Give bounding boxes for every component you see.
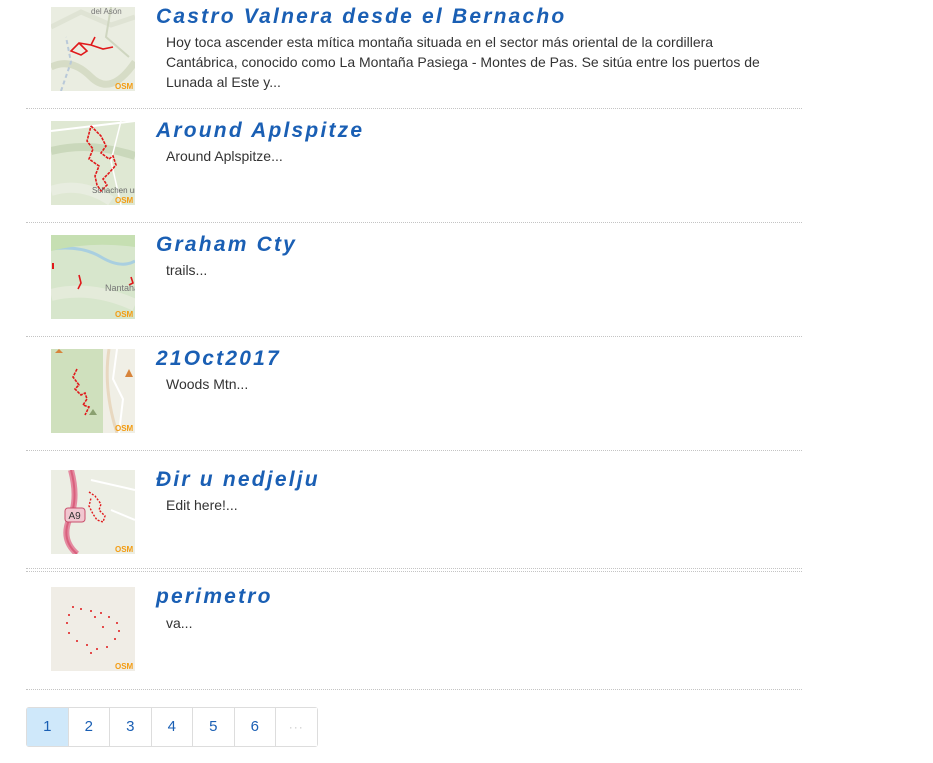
trail-list: del Asón OSM Castro Valnera desde el Ber… [26, 0, 802, 690]
trail-description: trails... [166, 262, 208, 278]
osm-logo: OSM [115, 424, 134, 433]
map-place-label: Nantahala National [105, 283, 135, 293]
trail-map-thumbnail[interactable]: OSM [51, 587, 135, 671]
trail-title-link[interactable]: Graham Cty [156, 232, 297, 258]
trail-description: va... [166, 615, 193, 631]
list-item: del Asón OSM Castro Valnera desde el Ber… [26, 0, 802, 109]
trail-title-link[interactable]: Castro Valnera desde el Bernacho [156, 4, 566, 30]
page-5-button[interactable]: 5 [193, 708, 235, 746]
trail-description: Hoy toca ascender esta mítica montaña si… [166, 34, 760, 90]
trail-description: Around Aplspitze... [166, 148, 283, 164]
trail-description: Woods Mtn... [166, 376, 249, 392]
page-4-button[interactable]: 4 [151, 708, 193, 746]
trail-title-link[interactable]: 21Oct2017 [156, 346, 281, 372]
trail-map-thumbnail[interactable]: OSM [51, 349, 135, 433]
road-shield-label: A9 [69, 511, 82, 522]
map-place-label: Schachen und Reith [92, 186, 135, 195]
list-item: A9 OSM Đir u nedjelju Edit here!... [26, 451, 802, 572]
pagination: 1 2 3 4 5 6 ··· [26, 707, 318, 747]
trail-title-link[interactable]: Around Aplspitze [156, 118, 364, 144]
list-item: Nantahala National OSM Graham Cty trails… [26, 223, 802, 337]
osm-logo: OSM [115, 545, 134, 554]
more-pages-ellipsis[interactable]: ··· [276, 708, 317, 746]
trail-map-thumbnail[interactable]: del Asón OSM [51, 7, 135, 91]
page-2-button[interactable]: 2 [68, 708, 110, 746]
map-place-label: del Asón [91, 7, 122, 16]
list-item: OSM 21Oct2017 Woods Mtn... [26, 337, 802, 451]
osm-logo: OSM [115, 310, 134, 319]
list-item: OSM perimetro va... [26, 568, 802, 690]
trail-map-thumbnail[interactable]: A9 OSM [51, 470, 135, 554]
trail-map-thumbnail[interactable]: Nantahala National OSM [51, 235, 135, 319]
page-1-button[interactable]: 1 [27, 708, 69, 746]
trail-description: Edit here!... [166, 497, 238, 513]
trail-title-link[interactable]: Đir u nedjelju [156, 467, 320, 493]
osm-logo: OSM [115, 662, 134, 671]
page-3-button[interactable]: 3 [110, 708, 152, 746]
osm-logo: OSM [115, 82, 134, 91]
trail-map-thumbnail[interactable]: Schachen und Reith OSM [51, 121, 135, 205]
list-item: Schachen und Reith OSM Around Aplspitze … [26, 109, 802, 223]
osm-logo: OSM [115, 196, 134, 205]
page-6-button[interactable]: 6 [234, 708, 276, 746]
trail-title-link[interactable]: perimetro [156, 584, 273, 610]
